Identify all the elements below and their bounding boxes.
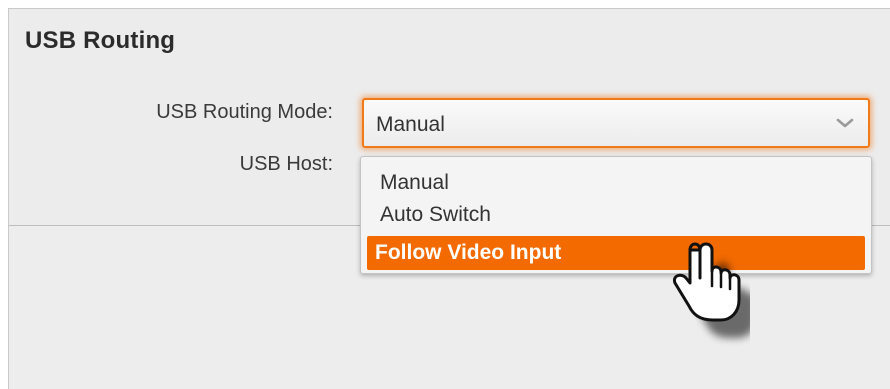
chevron-down-icon[interactable] — [834, 113, 856, 133]
usb-routing-mode-label: USB Routing Mode: — [156, 101, 333, 123]
option-follow-video-input[interactable]: Follow Video Input — [367, 236, 865, 270]
selected-value: Manual — [376, 113, 445, 136]
panel-title: USB Routing — [25, 27, 176, 54]
usb-routing-mode-dropdown: Manual Auto Switch Follow Video Input — [360, 156, 872, 274]
usb-routing-mode-select[interactable]: Manual — [362, 98, 870, 148]
option-manual[interactable]: Manual — [367, 167, 865, 199]
usb-host-label: USB Host: — [239, 153, 333, 175]
hand-pointer-cursor-icon — [660, 236, 756, 346]
option-auto-switch[interactable]: Auto Switch — [367, 199, 865, 231]
